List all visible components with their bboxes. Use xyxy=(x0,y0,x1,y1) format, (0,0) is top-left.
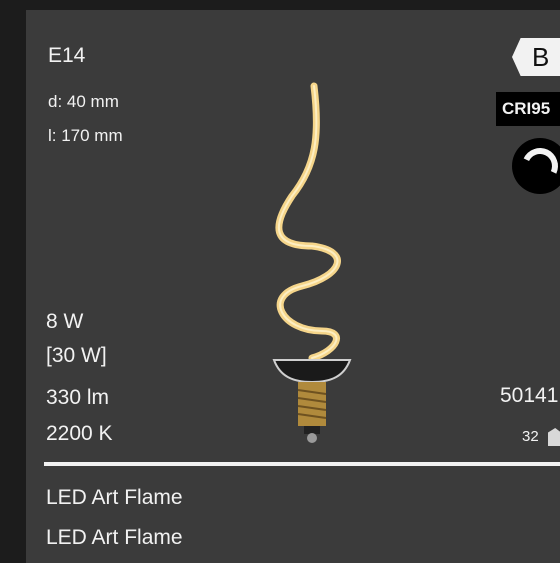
diameter-spec: d: 40 mm xyxy=(48,92,119,111)
filament-spiral xyxy=(275,82,341,362)
article-number: 50141 xyxy=(500,384,559,407)
product-card: E14 d: 40 mm l: 170 mm 8 W [30 W] 330 lm… xyxy=(26,10,560,563)
bulb-cap xyxy=(272,359,352,384)
divider xyxy=(44,462,560,466)
lumen: 330 lm xyxy=(46,386,110,409)
energy-class-label: B xyxy=(532,42,550,72)
bulb-image xyxy=(272,82,352,443)
pack-quantity: 32 xyxy=(522,428,539,445)
wattage-equivalent: [30 W] xyxy=(46,344,107,367)
cri-label: CRI95 xyxy=(502,99,551,118)
product-name: LED Art Flame xyxy=(46,486,183,509)
length-spec: l: 170 mm xyxy=(48,126,123,145)
bulb-base xyxy=(298,382,326,426)
energy-class-badge: B xyxy=(512,38,560,76)
cri-badge: CRI95 xyxy=(496,92,560,126)
wattage: 8 W xyxy=(46,310,84,333)
color-temperature: 2200 K xyxy=(46,422,113,445)
socket-type: E14 xyxy=(48,44,86,67)
box-icon xyxy=(548,428,560,446)
dimmable-icon xyxy=(512,138,560,194)
product-name-secondary: LED Art Flame xyxy=(46,526,183,549)
